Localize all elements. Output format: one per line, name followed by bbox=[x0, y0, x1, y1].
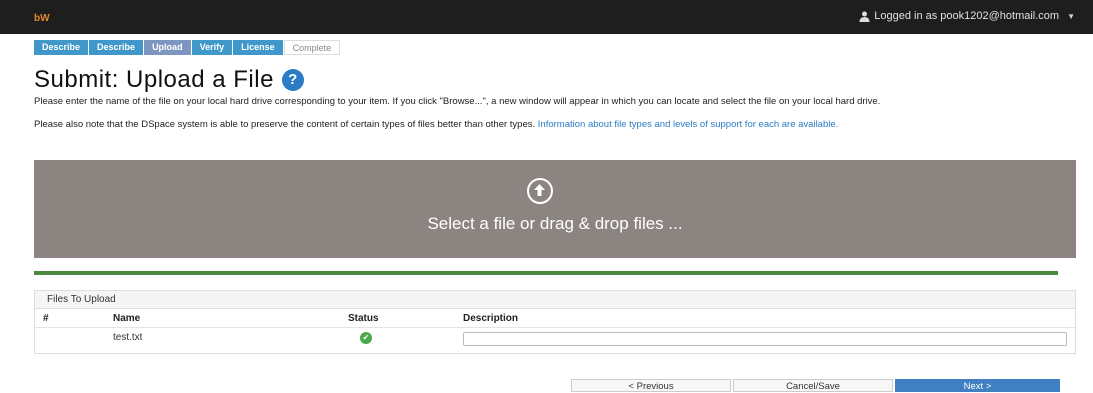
file-types-link[interactable]: Information about file types and levels … bbox=[538, 119, 838, 130]
dspace-logo-icon[interactable]: bW bbox=[34, 10, 50, 24]
column-header-number: # bbox=[43, 313, 49, 324]
page-title: Submit: Upload a File ? bbox=[34, 66, 304, 94]
user-label: Logged in as pook1202@hotmail.com bbox=[874, 10, 1060, 22]
chevron-down-icon: ▼ bbox=[1067, 11, 1075, 21]
check-circle-icon: ✔ bbox=[360, 332, 372, 344]
step-verify[interactable]: Verify bbox=[191, 40, 234, 55]
files-to-upload-panel: Files To Upload # Name Status Descriptio… bbox=[34, 290, 1076, 354]
cancel-save-button[interactable]: Cancel/Save bbox=[733, 379, 893, 392]
column-header-status: Status bbox=[348, 313, 379, 324]
help-icon[interactable]: ? bbox=[281, 69, 304, 91]
file-dropzone[interactable]: Select a file or drag & drop files ... bbox=[34, 160, 1076, 258]
step-complete: Complete bbox=[283, 40, 341, 55]
step-describe-2[interactable]: Describe bbox=[89, 40, 145, 55]
next-button[interactable]: Next > bbox=[895, 379, 1060, 392]
user-menu[interactable]: Logged in as pook1202@hotmail.com ▼ bbox=[859, 10, 1075, 22]
file-name: test.txt bbox=[113, 332, 143, 343]
file-types-paragraph: Please also note that the DSpace system … bbox=[34, 119, 1064, 130]
column-header-name: Name bbox=[113, 313, 141, 324]
dropzone-label: Select a file or drag & drop files ... bbox=[427, 214, 683, 233]
top-navbar: bW Logged in as pook1202@hotmail.com ▼ bbox=[0, 0, 1093, 34]
previous-button[interactable]: < Previous bbox=[571, 379, 731, 392]
file-description-input[interactable] bbox=[463, 332, 1067, 346]
upload-progress-bar bbox=[34, 271, 1058, 275]
upload-arrow-icon bbox=[527, 178, 553, 204]
svg-text:bW: bW bbox=[34, 13, 50, 24]
column-header-description: Description bbox=[463, 313, 519, 324]
step-license[interactable]: License bbox=[233, 40, 284, 55]
instructions-paragraph: Please enter the name of the file on you… bbox=[34, 96, 881, 107]
step-upload[interactable]: Upload bbox=[144, 40, 192, 55]
table-divider bbox=[35, 327, 1075, 328]
user-icon bbox=[859, 11, 870, 22]
step-describe-1[interactable]: Describe bbox=[34, 40, 90, 55]
panel-heading: Files To Upload bbox=[35, 291, 1075, 309]
file-types-text: Please also note that the DSpace system … bbox=[34, 119, 538, 130]
submission-steps: Describe Describe Upload Verify License … bbox=[34, 40, 341, 55]
page-title-text: Submit: Upload a File bbox=[34, 66, 274, 93]
